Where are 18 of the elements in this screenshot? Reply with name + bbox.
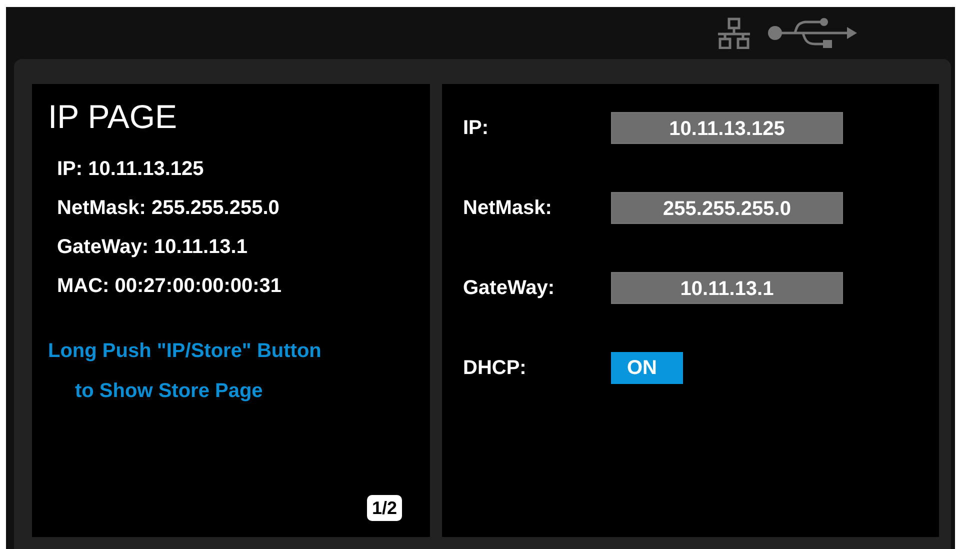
value-field[interactable]: 255.255.255.0 <box>611 192 843 224</box>
value-field[interactable]: 10.11.13.125 <box>611 112 843 144</box>
dhcp-toggle[interactable]: ON <box>611 352 683 384</box>
info-line: NetMask: 255.255.255.0 <box>57 196 280 221</box>
setting-label: DHCP: <box>463 356 528 380</box>
value-field[interactable]: 10.11.13.1 <box>611 272 843 304</box>
usb-icon <box>767 16 859 50</box>
setting-label: GateWay: <box>463 276 556 300</box>
info-line: MAC: 00:27:00:00:00:31 <box>57 274 283 299</box>
hint-text: to Show Store Page <box>75 379 263 404</box>
setting-label: NetMask: <box>463 196 553 220</box>
network-icon <box>715 17 753 49</box>
page-indicator: 1/2 <box>366 495 402 521</box>
page-title: IP PAGE <box>48 98 178 136</box>
info-line: IP: 10.11.13.125 <box>57 157 205 182</box>
info-line: GateWay: 10.11.13.1 <box>57 235 248 260</box>
setting-label: IP: <box>463 116 490 140</box>
hint-text: Long Push "IP/Store" Button <box>48 339 322 364</box>
